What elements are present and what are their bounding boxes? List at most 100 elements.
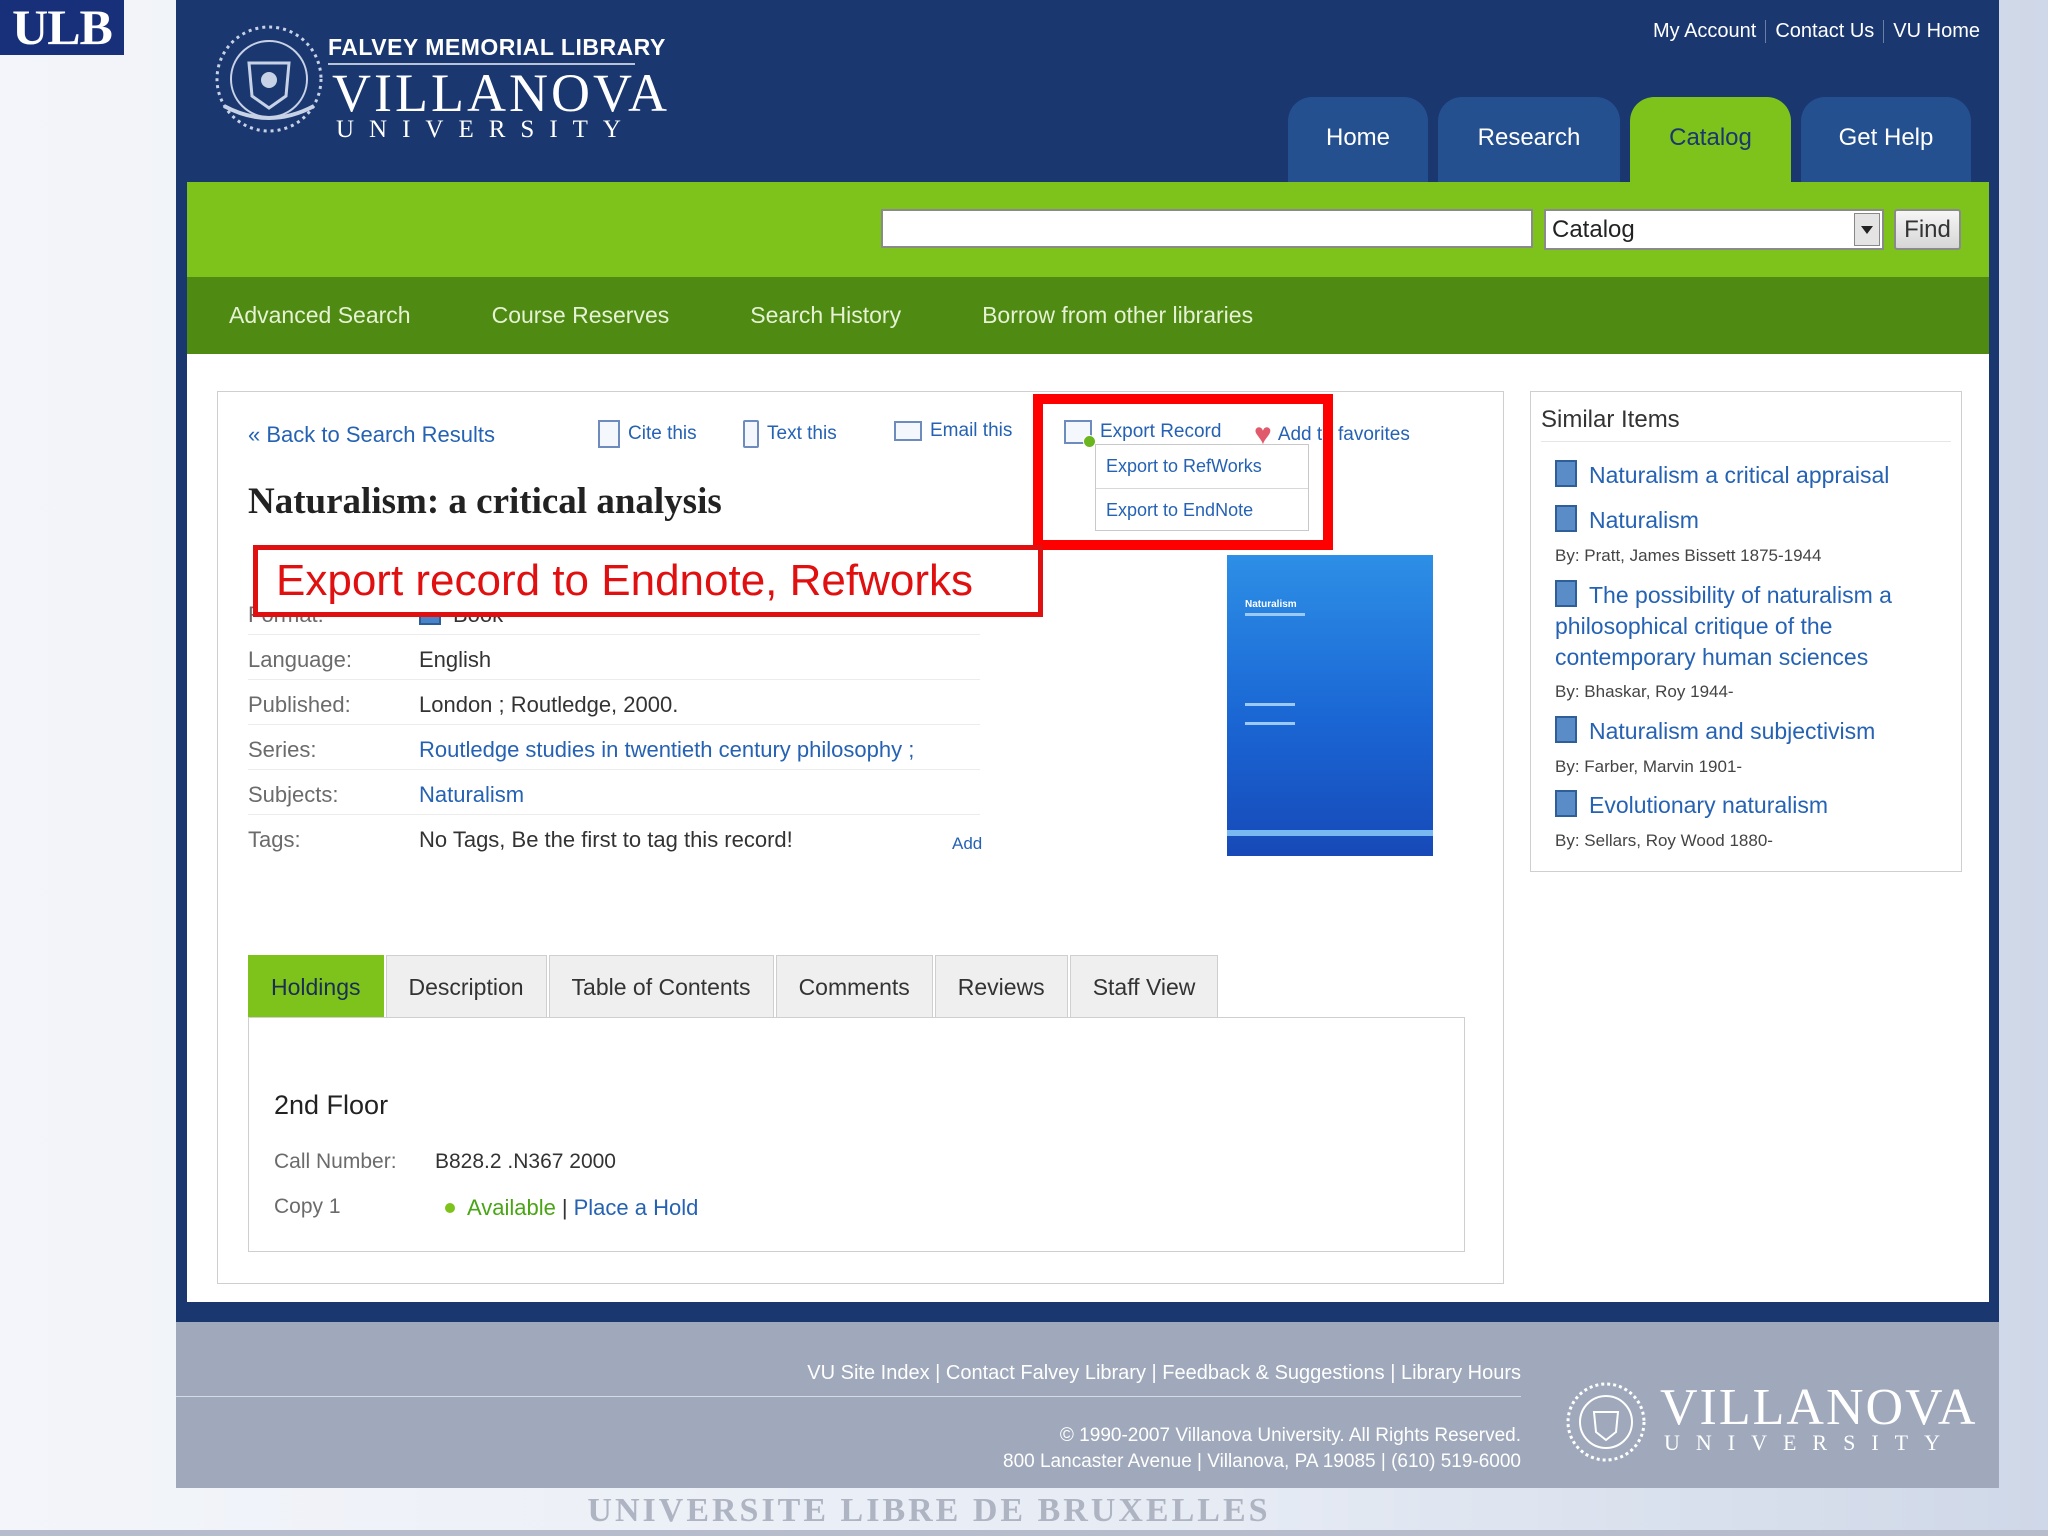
- similar-item-link[interactable]: The possibility of naturalism a philosop…: [1555, 580, 1950, 673]
- course-reserves-link[interactable]: Course Reserves: [492, 302, 670, 329]
- location-heading: 2nd Floor: [274, 1090, 389, 1120]
- tags-label: Tags:: [248, 827, 301, 852]
- similar-item-author: By: Sellars, Roy Wood 1880-: [1555, 831, 1773, 850]
- text-this-label: Text this: [767, 423, 837, 444]
- borrow-other-libraries-link[interactable]: Borrow from other libraries: [982, 302, 1253, 329]
- series-link[interactable]: Routledge studies in twentieth century p…: [419, 737, 914, 763]
- my-account-link[interactable]: My Account: [1644, 20, 1765, 43]
- footer-links[interactable]: VU Site Index | Contact Falvey Library |…: [807, 1362, 1521, 1385]
- phone-icon: [743, 420, 759, 448]
- available-dot-icon: [445, 1203, 455, 1213]
- villanova-seal-icon[interactable]: [204, 18, 334, 140]
- search-scope-value: Catalog: [1552, 216, 1635, 243]
- vu-home-link[interactable]: VU Home: [1883, 20, 1989, 43]
- slide-footer-text: UNIVERSITE LIBRE DE BRUXELLES: [587, 1492, 1271, 1529]
- citation-icon: [598, 420, 620, 448]
- place-hold-link[interactable]: Place a Hold: [574, 1195, 699, 1221]
- search-scope-select[interactable]: Catalog: [1544, 209, 1884, 250]
- find-button[interactable]: Find: [1894, 209, 1961, 250]
- footer-university-name: VILLANOVA: [1660, 1379, 1978, 1436]
- tab-comments[interactable]: Comments: [775, 955, 933, 1017]
- search-history-link[interactable]: Search History: [750, 302, 901, 329]
- tab-research[interactable]: Research: [1438, 97, 1620, 182]
- call-number-label: Call Number:: [274, 1150, 397, 1173]
- tab-catalog[interactable]: Catalog: [1630, 97, 1791, 182]
- language-value: English: [419, 647, 492, 672]
- tab-get-help[interactable]: Get Help: [1801, 97, 1971, 182]
- university-subtitle: UNIVERSITY: [336, 116, 636, 143]
- availability-status: Available: [467, 1195, 556, 1220]
- back-to-results-link[interactable]: « Back to Search Results: [248, 422, 495, 448]
- book-icon: [1555, 790, 1577, 817]
- similar-item-link[interactable]: Naturalism a critical appraisal: [1555, 460, 1950, 491]
- field-divider: [248, 679, 980, 680]
- library-name[interactable]: FALVEY MEMORIAL LIBRARY: [328, 34, 666, 61]
- similar-items-heading: Similar Items: [1541, 406, 1680, 433]
- language-label: Language:: [248, 647, 352, 672]
- tab-staff-view[interactable]: Staff View: [1069, 955, 1219, 1017]
- university-name[interactable]: VILLANOVA: [332, 66, 670, 120]
- call-number-value: B828.2 .N367 2000: [435, 1150, 616, 1173]
- similar-items-panel: Similar Items Naturalism a critical appr…: [1530, 391, 1962, 872]
- published-value: London ; Routledge, 2000.: [419, 692, 679, 717]
- cover-authors-block: [1245, 703, 1295, 725]
- text-this-button[interactable]: Text this: [743, 420, 837, 448]
- field-divider: [248, 724, 980, 725]
- footer-copyright: © 1990-2007 Villanova University. All Ri…: [1003, 1423, 1521, 1475]
- record-title: Naturalism: a critical analysis: [248, 481, 722, 522]
- book-icon: [1555, 460, 1577, 487]
- published-label: Published:: [248, 692, 351, 717]
- library-website: FALVEY MEMORIAL LIBRARY VILLANOVA UNIVER…: [176, 0, 1999, 1488]
- ulb-logo: ULB: [0, 0, 124, 55]
- envelope-icon: [894, 421, 922, 441]
- main-navigation-tabs: Home Research Catalog Get Help: [1288, 97, 1981, 182]
- cite-this-label: Cite this: [628, 423, 697, 444]
- similar-item-link[interactable]: Naturalism: [1555, 505, 1950, 536]
- address-text: 800 Lancaster Avenue | Villanova, PA 190…: [1003, 1451, 1521, 1472]
- tags-value: No Tags, Be the first to tag this record…: [419, 827, 793, 852]
- similar-item-author: By: Bhaskar, Roy 1944-: [1555, 682, 1734, 701]
- book-cover-image[interactable]: Naturalism: [1227, 555, 1433, 856]
- field-divider: [248, 769, 980, 770]
- similar-item-link[interactable]: Evolutionary naturalism: [1555, 790, 1950, 821]
- contact-us-link[interactable]: Contact Us: [1765, 20, 1883, 43]
- footer-divider: [176, 1396, 1521, 1397]
- series-label: Series:: [248, 737, 317, 762]
- site-footer: VU Site Index | Contact Falvey Library |…: [176, 1322, 1999, 1488]
- email-this-button[interactable]: Email this: [894, 420, 1012, 442]
- field-divider: [248, 634, 980, 635]
- holdings-panel: 2nd Floor Call Number: B828.2 .N367 2000…: [248, 1017, 1465, 1252]
- cover-title: Naturalism: [1245, 599, 1297, 610]
- utility-links: My Account Contact Us VU Home: [1644, 20, 1989, 43]
- search-input[interactable]: [881, 209, 1533, 248]
- subject-naturalism-link[interactable]: Naturalism: [419, 782, 524, 808]
- book-icon: [1555, 580, 1577, 607]
- sub-navigation: Advanced Search Course Reserves Search H…: [187, 277, 1989, 354]
- annotation-callout: Export record to Endnote, Refworks: [253, 545, 1043, 617]
- copyright-text: © 1990-2007 Villanova University. All Ri…: [1059, 1425, 1521, 1446]
- book-icon: [1555, 505, 1577, 532]
- subjects-label: Subjects:: [248, 782, 339, 807]
- cover-subtitle-bar: [1245, 613, 1305, 616]
- similar-item-author: By: Pratt, James Bissett 1875-1944: [1555, 546, 1822, 565]
- heading-divider: [1541, 441, 1951, 442]
- email-this-label: Email this: [930, 420, 1013, 441]
- cite-this-button[interactable]: Cite this: [598, 420, 697, 448]
- site-header: FALVEY MEMORIAL LIBRARY VILLANOVA UNIVER…: [176, 0, 1999, 182]
- tab-description[interactable]: Description: [385, 955, 547, 1017]
- book-icon: [1555, 716, 1577, 743]
- dropdown-arrow-icon[interactable]: [1854, 213, 1880, 246]
- footer-university-subtitle: UNIVERSITY: [1664, 1430, 1956, 1455]
- slide-bottom-rule: [0, 1530, 2048, 1536]
- tab-holdings[interactable]: Holdings: [248, 955, 384, 1033]
- villanova-seal-icon: [1566, 1382, 1646, 1462]
- tab-table-of-contents[interactable]: Table of Contents: [548, 955, 774, 1017]
- copy-status: Available | Place a Hold: [445, 1195, 698, 1221]
- export-highlight-box: [1033, 394, 1333, 550]
- tab-reviews[interactable]: Reviews: [934, 955, 1068, 1017]
- similar-item-link[interactable]: Naturalism and subjectivism: [1555, 716, 1950, 747]
- tab-home[interactable]: Home: [1288, 97, 1428, 182]
- field-divider: [248, 814, 980, 815]
- add-tag-link[interactable]: Add: [952, 834, 982, 854]
- advanced-search-link[interactable]: Advanced Search: [229, 302, 411, 329]
